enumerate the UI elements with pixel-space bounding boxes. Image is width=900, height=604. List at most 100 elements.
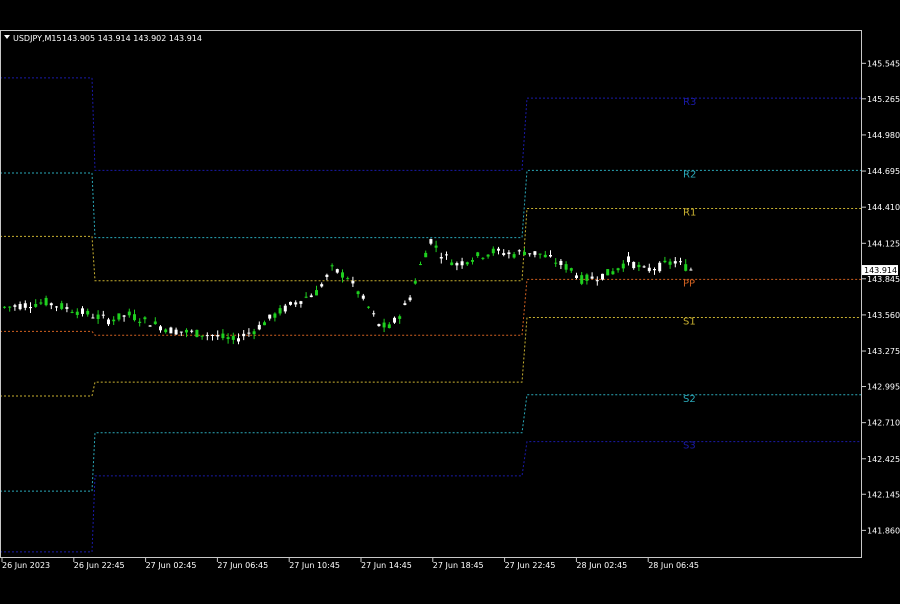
x-tick-label: 27 Jun 18:45 (433, 561, 484, 570)
candle-body (143, 317, 147, 320)
pivot-label-s1: S1 (683, 316, 696, 327)
candle-body (413, 281, 417, 284)
candle-body (611, 271, 615, 275)
candle-body (471, 260, 474, 262)
candle-body (252, 331, 256, 335)
candle-body (216, 335, 220, 337)
candle-body (164, 329, 168, 333)
candle-body (528, 253, 532, 255)
candle-body (533, 251, 537, 255)
candle-body (169, 327, 173, 334)
candle-body (153, 321, 157, 325)
candle-body (257, 324, 261, 330)
candle-body (60, 303, 64, 309)
candle-body (8, 306, 12, 308)
candle-body (497, 248, 500, 251)
candle-body (320, 284, 324, 287)
symbol-timeframe: USDJPY,M15 (13, 34, 62, 43)
candle-body (559, 260, 563, 265)
y-tick-label: 143.560 (867, 311, 900, 320)
candle-body (91, 317, 95, 319)
pivot-line-r2 (0, 169, 861, 239)
candle-body (543, 254, 547, 258)
candle-body (174, 329, 178, 335)
candle-body (211, 334, 214, 336)
candle-body (606, 269, 610, 276)
candle-body (523, 251, 526, 256)
chart-canvas[interactable]: R3 R2 R1 PP S1 S2 S3 145.545 145.265 144.980 144.… (0, 0, 900, 600)
candle-body (450, 262, 454, 266)
candle-body (65, 307, 69, 309)
candles (3, 238, 693, 345)
pivot-labels: R3 R2 R1 PP S1 S2 S3 (683, 97, 696, 451)
candle-body (486, 254, 490, 257)
candle-body (616, 268, 620, 271)
pivot-label-s3: S3 (683, 441, 696, 452)
candle-body (642, 266, 646, 268)
x-tick-label: 27 Jun 14:45 (361, 561, 412, 570)
candle-body (294, 302, 298, 305)
candle-body (96, 314, 100, 319)
candle-body (356, 291, 360, 295)
y-tick-label: 144.125 (867, 239, 900, 248)
x-axis[interactable]: 26 Jun 2023 26 Jun 22:45 27 Jun 02:45 27 Ju… (1, 557, 699, 570)
candle-body (247, 332, 251, 334)
candle-body (75, 311, 79, 315)
candle-body (29, 307, 32, 309)
y-tick-label: 142.995 (867, 383, 900, 392)
chart[interactable]: R3 R2 R1 PP S1 S2 S3 145.545 145.265 144.980 144.… (0, 0, 900, 600)
candle-body (278, 308, 282, 314)
candle-body (377, 324, 381, 327)
candle-body (148, 325, 152, 327)
candle-body (237, 338, 240, 342)
plot-frame (0, 30, 862, 558)
pivot-label-r3: R3 (683, 97, 696, 108)
candle-body (460, 261, 464, 266)
candle-body (304, 296, 308, 298)
candle-body (231, 335, 235, 340)
axes (0, 30, 862, 558)
pivot-line-pp (0, 278, 861, 336)
candle-body (517, 250, 521, 252)
pivot-line-s3 (0, 441, 861, 553)
candle-body (585, 274, 589, 281)
candle-body (44, 297, 48, 306)
y-tick-label: 143.845 (867, 275, 900, 284)
candle-body (361, 295, 365, 299)
candle-body (309, 295, 313, 298)
candle-body (86, 310, 90, 315)
y-tick-label: 145.265 (867, 95, 900, 104)
candle-body (195, 329, 199, 338)
candle-body (205, 335, 209, 337)
candle-body (663, 260, 667, 263)
candle-body (341, 272, 344, 278)
candle-body (159, 326, 162, 331)
x-tick-label: 28 Jun 06:45 (648, 561, 699, 570)
y-axis[interactable]: 145.545 145.265 144.980 144.695 144.410 144.1… (861, 59, 900, 535)
candle-body (70, 311, 74, 313)
candle-body (315, 290, 318, 296)
candle-body (221, 333, 225, 339)
y-tick-label: 144.695 (867, 167, 900, 176)
candle-body (507, 252, 511, 255)
candle-body (335, 269, 339, 273)
candle-body (538, 253, 542, 255)
candle-body (23, 303, 27, 308)
candle-body (289, 301, 292, 305)
candle-body (673, 261, 677, 264)
candle-body (382, 322, 386, 328)
candle-body (179, 331, 183, 333)
candle-body (668, 261, 672, 265)
candle-body (647, 267, 651, 272)
x-tick-label: 27 Jun 10:45 (289, 561, 340, 570)
candle-body (476, 252, 480, 257)
candle-body (387, 324, 391, 329)
candle-body (679, 261, 682, 263)
candle-body (55, 306, 58, 308)
candle-body (424, 252, 428, 258)
candle-body (330, 265, 334, 267)
candle-body (283, 305, 287, 312)
dropdown-arrow-icon[interactable] (4, 35, 10, 39)
candle-body (403, 303, 407, 306)
candle-body (39, 302, 43, 304)
